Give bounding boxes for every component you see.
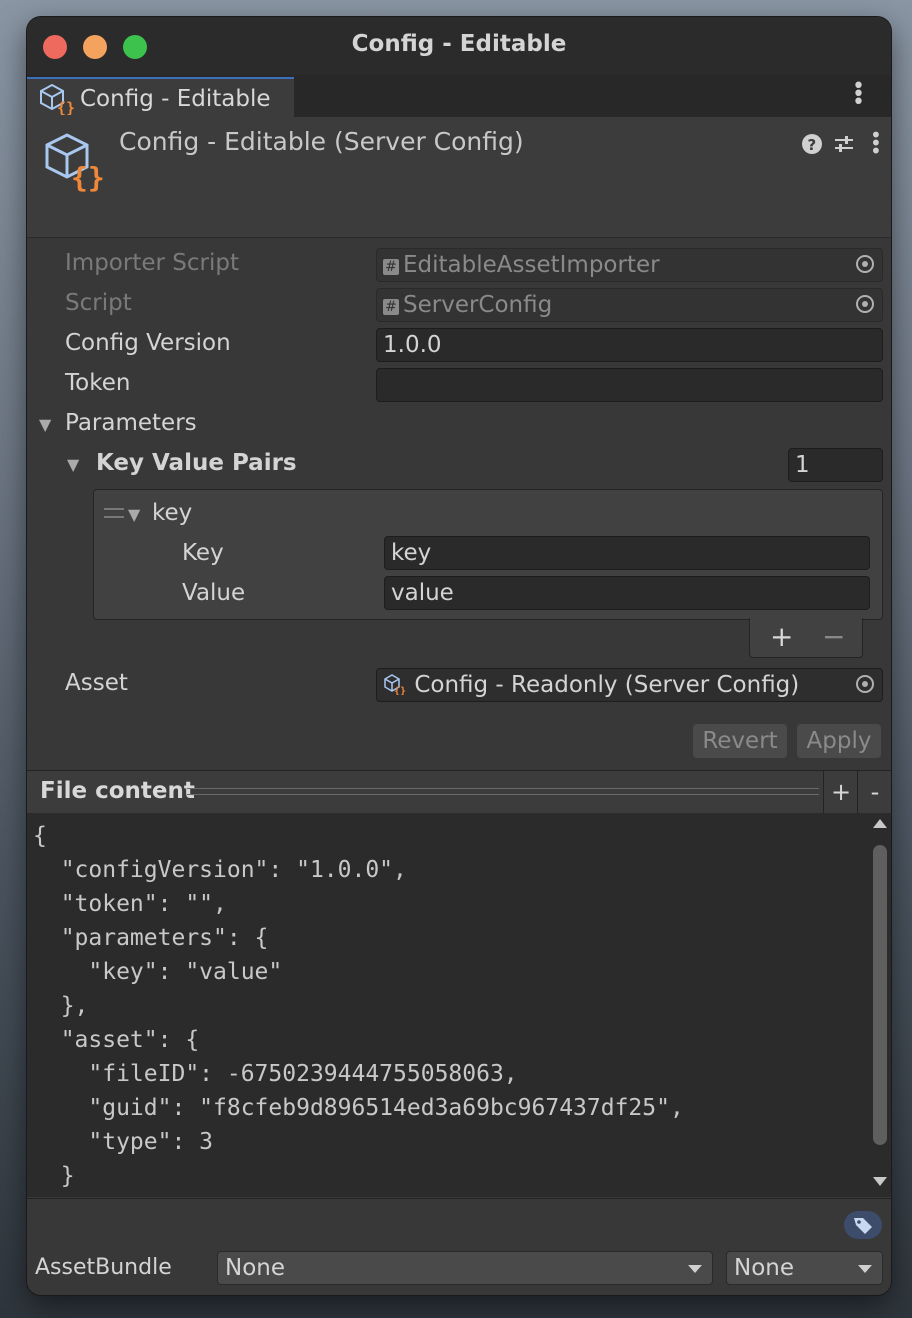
token-label: Token	[65, 370, 131, 396]
asset-bundle-name-value: None	[225, 1255, 286, 1281]
asset-bundle-label: AssetBundle	[35, 1255, 172, 1280]
resize-handle[interactable]	[187, 788, 819, 795]
file-content-label: File content	[40, 778, 195, 804]
tab-config-editable[interactable]: {} Config - Editable	[27, 77, 294, 117]
code-line: "parameters": {	[33, 925, 269, 951]
vertical-scrollbar[interactable]	[869, 813, 891, 1197]
parameters-foldout-icon[interactable]: ▼	[39, 415, 51, 434]
element-label[interactable]: key	[152, 500, 192, 526]
kebab-menu-icon[interactable]: • • •	[870, 125, 882, 161]
scroll-down-icon[interactable]	[873, 1177, 887, 1186]
file-content-header: File content + -	[27, 770, 891, 814]
asset-label: Asset	[65, 670, 128, 696]
value-input[interactable]: value	[384, 576, 870, 610]
config-asset-small-icon: {}	[383, 672, 414, 698]
object-picker-icon[interactable]	[856, 675, 874, 693]
remove-element-button[interactable]: −	[822, 620, 845, 653]
file-content-remove-button[interactable]: -	[857, 771, 891, 813]
inspector-window: Config - Editable {} Config - Editable •…	[27, 17, 891, 1295]
code-line: "asset": {	[33, 1027, 200, 1053]
script-hash-icon: #	[383, 299, 399, 315]
code-line: "fileID": -6750239444755058063,	[33, 1061, 518, 1087]
svg-text:{}: {}	[394, 686, 406, 695]
file-content-viewer[interactable]: { "configVersion": "1.0.0", "token": "",…	[27, 813, 891, 1197]
tab-bar: {} Config - Editable • • •	[27, 75, 891, 117]
asset-bundle-name-dropdown[interactable]: None	[217, 1251, 713, 1285]
asset-title: Config - Editable (Server Config)	[119, 127, 524, 156]
list-size-input[interactable]: 1	[788, 448, 883, 482]
code-line: "key": "value"	[33, 959, 283, 985]
svg-text:{}: {}	[57, 99, 75, 115]
scroll-thumb[interactable]	[873, 845, 887, 1145]
asset-bundle-variant-value: None	[734, 1255, 795, 1281]
asset-object-field[interactable]: {} Config - Readonly (Server Config)	[376, 668, 883, 702]
dropdown-arrow-icon	[688, 1265, 702, 1273]
code-line: "type": 3	[33, 1129, 214, 1155]
code-line: },	[33, 993, 89, 1019]
element-foldout-icon[interactable]: ▼	[128, 505, 140, 524]
question-icon[interactable]: ?	[801, 133, 823, 161]
config-version-input[interactable]: 1.0.0	[376, 328, 883, 362]
script-hash-icon: #	[383, 259, 399, 275]
importer-script-field: # EditableAssetImporter	[376, 248, 883, 282]
code-line: }	[33, 1163, 75, 1189]
asset-value: Config - Readonly (Server Config)	[414, 672, 800, 698]
importer-script-label: Importer Script	[65, 250, 239, 276]
script-label: Script	[65, 290, 132, 316]
script-field: # ServerConfig	[376, 288, 883, 322]
svg-text:?: ?	[808, 136, 817, 154]
file-content-text: { "configVersion": "1.0.0", "token": "",…	[33, 819, 684, 1193]
code-line: "token": "",	[33, 891, 227, 917]
drag-handle-icon[interactable]	[104, 508, 124, 518]
config-version-label: Config Version	[65, 330, 231, 356]
add-element-button[interactable]: +	[770, 620, 793, 653]
file-content-add-button[interactable]: +	[823, 771, 858, 813]
config-asset-icon: {}	[37, 83, 75, 119]
value-label: Value	[182, 580, 246, 606]
dropdown-arrow-icon	[858, 1265, 872, 1273]
revert-button[interactable]: Revert	[693, 724, 787, 758]
key-value-pairs-foldout-icon[interactable]: ▼	[67, 455, 79, 474]
importer-script-value: EditableAssetImporter	[403, 252, 660, 278]
preset-sliders-icon[interactable]	[833, 133, 855, 161]
key-label: Key	[182, 540, 224, 566]
tab-label: Config - Editable	[80, 86, 271, 112]
asset-bundle-variant-dropdown[interactable]: None	[726, 1251, 883, 1285]
svg-text:{}: {}	[71, 161, 105, 194]
object-picker-icon[interactable]	[856, 295, 874, 313]
script-value: ServerConfig	[403, 292, 553, 318]
token-input[interactable]	[376, 368, 883, 402]
scroll-up-icon[interactable]	[873, 819, 887, 828]
window-title: Config - Editable	[351, 31, 567, 57]
label-tag-icon[interactable]	[844, 1211, 882, 1239]
inspector-body: Importer Script # EditableAssetImporter S…	[27, 238, 891, 768]
key-input[interactable]: key	[384, 536, 870, 570]
code-line: {	[33, 823, 47, 849]
apply-button[interactable]: Apply	[797, 724, 881, 758]
code-line: "guid": "f8cfeb9d896514ed3a69bc967437df2…	[33, 1095, 684, 1121]
inspector-header: {} Config - Editable (Server Config) ? •…	[27, 117, 891, 238]
key-value-list: ▼ key Key key Value value	[93, 489, 883, 620]
parameters-label[interactable]: Parameters	[65, 410, 197, 436]
key-value-pairs-label[interactable]: Key Value Pairs	[96, 450, 297, 476]
code-line: "configVersion": "1.0.0",	[33, 857, 407, 883]
config-asset-large-icon: {}	[43, 131, 107, 199]
tab-menu-icon[interactable]: • • •	[852, 76, 865, 114]
list-footer: + −	[749, 618, 863, 658]
title-bar: Config - Editable	[27, 17, 891, 75]
object-picker-icon[interactable]	[856, 255, 874, 273]
asset-bundle-footer: AssetBundle None None	[27, 1198, 891, 1295]
